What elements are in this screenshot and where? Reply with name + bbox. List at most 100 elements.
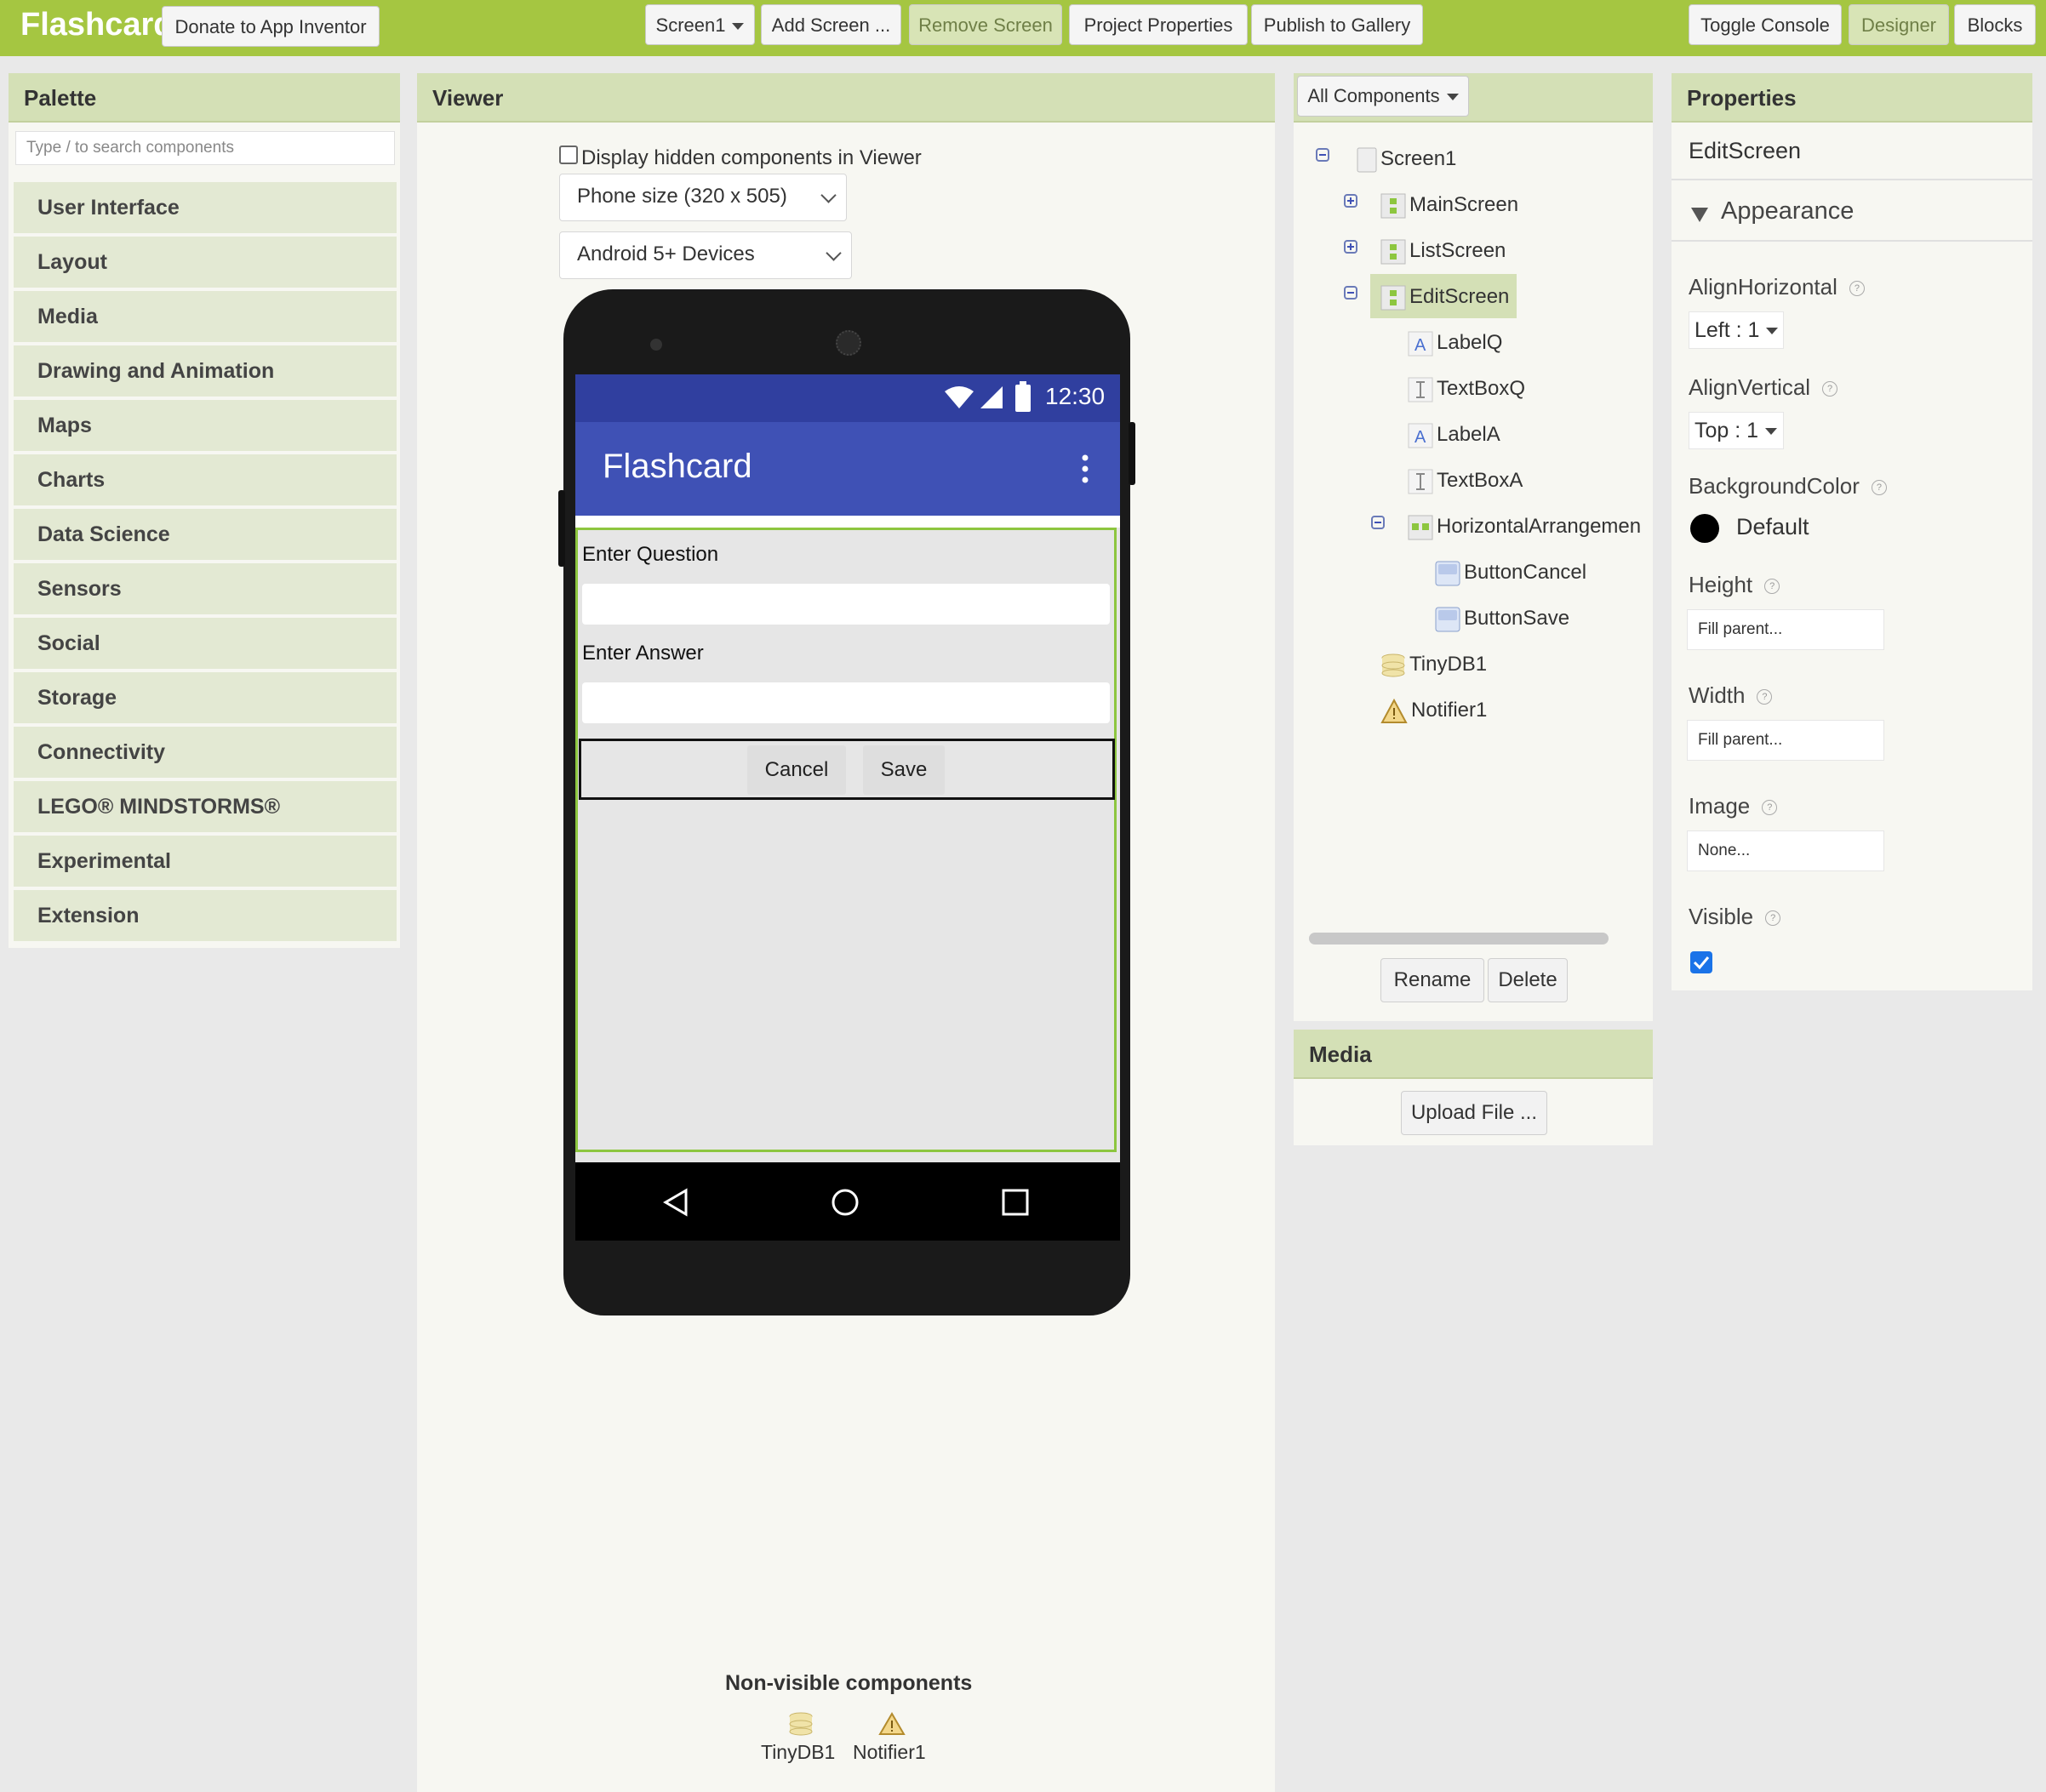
- align-vertical-dropdown[interactable]: Top : 1: [1689, 412, 1784, 449]
- textbox-icon: [1408, 469, 1433, 494]
- tree-label-textboxq: TextBoxQ: [1437, 377, 1526, 400]
- screen-select[interactable]: Screen1: [645, 4, 755, 45]
- components-dropdown[interactable]: All Components: [1297, 76, 1469, 117]
- palette-item-drawing[interactable]: Drawing and Animation: [14, 345, 397, 397]
- toggle-console-button[interactable]: Toggle Console: [1689, 4, 1842, 45]
- donate-button[interactable]: Donate to App Inventor: [162, 6, 380, 47]
- appearance-section[interactable]: Appearance: [1721, 197, 1854, 225]
- tree-item-buttonsave[interactable]: ButtonSave: [1435, 604, 1569, 633]
- project-properties-button[interactable]: Project Properties: [1069, 4, 1248, 45]
- palette-search-input[interactable]: Type / to search components: [15, 131, 395, 165]
- palette-item-extension[interactable]: Extension: [14, 890, 397, 941]
- battery-icon: [1015, 381, 1031, 412]
- collapse-harrangement-icon[interactable]: [1371, 516, 1385, 529]
- tree-item-screen1[interactable]: Screen1: [1357, 145, 1456, 174]
- tinydb-icon: [789, 1712, 813, 1736]
- caret-down-icon: [1765, 428, 1778, 436]
- textbox-answer[interactable]: [582, 682, 1110, 723]
- rename-button[interactable]: Rename: [1380, 958, 1484, 1002]
- svg-text:A: A: [1414, 336, 1426, 355]
- add-screen-button[interactable]: Add Screen ...: [761, 4, 901, 45]
- components-dropdown-label: All Components: [1307, 85, 1440, 106]
- tree-label-textboxa: TextBoxA: [1437, 469, 1523, 492]
- phone-size-select[interactable]: Phone size (320 x 505): [559, 174, 847, 221]
- phone-side-button-left: [558, 490, 565, 567]
- palette-item-connectivity[interactable]: Connectivity: [14, 727, 397, 778]
- help-icon[interactable]: ?: [1762, 800, 1778, 816]
- tree-item-tinydb[interactable]: TinyDB1: [1380, 650, 1487, 679]
- collapse-screen1-icon[interactable]: [1316, 148, 1329, 162]
- delete-button[interactable]: Delete: [1488, 958, 1568, 1002]
- image-label: Image: [1689, 793, 1751, 819]
- phone-save-button[interactable]: Save: [863, 745, 945, 795]
- help-icon[interactable]: ?: [1764, 579, 1780, 595]
- color-swatch[interactable]: [1690, 514, 1719, 543]
- palette-title: Palette: [9, 73, 400, 123]
- image-input[interactable]: None...: [1687, 830, 1884, 871]
- top-bar: Flashcard Donate to App Inventor Screen1…: [0, 0, 2046, 56]
- device-select[interactable]: Android 5+ Devices: [559, 231, 852, 279]
- palette-item-layout[interactable]: Layout: [14, 237, 397, 288]
- palette-item-social[interactable]: Social: [14, 618, 397, 669]
- tree-scrollbar[interactable]: [1309, 933, 1609, 945]
- upload-file-button[interactable]: Upload File ...: [1401, 1091, 1547, 1135]
- palette-item-experimental[interactable]: Experimental: [14, 836, 397, 887]
- tree-item-listscreen[interactable]: ListScreen: [1380, 237, 1506, 265]
- phone-cancel-button[interactable]: Cancel: [747, 745, 846, 795]
- nonvisible-tinydb[interactable]: TinyDB1: [761, 1741, 835, 1764]
- expand-mainscreen-icon[interactable]: [1344, 194, 1357, 208]
- collapse-editscreen-icon[interactable]: [1344, 286, 1357, 300]
- tree-item-harrangement[interactable]: HorizontalArrangemen: [1408, 512, 1641, 541]
- display-hidden-label: Display hidden components in Viewer: [581, 146, 922, 169]
- remove-screen-button[interactable]: Remove Screen: [909, 4, 1062, 45]
- palette-item-sensors[interactable]: Sensors: [14, 563, 397, 614]
- collapse-triangle-icon[interactable]: [1690, 206, 1709, 223]
- overflow-menu-icon[interactable]: [1081, 454, 1089, 483]
- tree-item-notifier[interactable]: Notifier1: [1380, 696, 1487, 725]
- help-icon[interactable]: ?: [1822, 381, 1838, 397]
- designer-button[interactable]: Designer: [1849, 4, 1949, 45]
- tree-item-labela[interactable]: A LabelA: [1408, 420, 1500, 449]
- palette-item-data-science[interactable]: Data Science: [14, 509, 397, 560]
- home-icon[interactable]: [831, 1188, 860, 1217]
- nonvisible-notifier[interactable]: Notifier1: [853, 1741, 926, 1764]
- help-icon[interactable]: ?: [1757, 689, 1773, 705]
- label-answer: Enter Answer: [582, 642, 704, 665]
- palette-item-storage[interactable]: Storage: [14, 672, 397, 723]
- tree-item-textboxa[interactable]: TextBoxA: [1408, 466, 1523, 495]
- height-label: Height: [1689, 572, 1753, 597]
- align-horizontal-dropdown[interactable]: Left : 1: [1689, 311, 1784, 349]
- blocks-button[interactable]: Blocks: [1954, 4, 2036, 45]
- help-icon[interactable]: ?: [1849, 281, 1865, 297]
- palette-item-charts[interactable]: Charts: [14, 454, 397, 505]
- help-icon[interactable]: ?: [1871, 480, 1887, 496]
- back-icon[interactable]: [662, 1188, 689, 1217]
- properties-title: Properties: [1672, 73, 2032, 123]
- caret-down-icon: [1766, 328, 1779, 335]
- tree-item-editscreen[interactable]: EditScreen: [1380, 282, 1509, 311]
- palette-item-maps[interactable]: Maps: [14, 400, 397, 451]
- width-input[interactable]: Fill parent...: [1687, 720, 1884, 761]
- vertical-arrangement-icon: [1380, 239, 1406, 265]
- palette-item-user-interface[interactable]: User Interface: [14, 182, 397, 233]
- visible-checkbox[interactable]: [1690, 951, 1712, 973]
- display-hidden-checkbox[interactable]: [559, 146, 578, 164]
- height-input[interactable]: Fill parent...: [1687, 609, 1884, 650]
- publish-gallery-button[interactable]: Publish to Gallery: [1251, 4, 1423, 45]
- caret-down-icon: [1446, 94, 1459, 101]
- textbox-question[interactable]: [582, 584, 1110, 625]
- tree-item-buttoncancel[interactable]: ButtonCancel: [1435, 558, 1586, 587]
- tree-item-mainscreen[interactable]: MainScreen: [1380, 191, 1518, 220]
- palette-item-lego[interactable]: LEGO® MINDSTORMS®: [14, 781, 397, 832]
- help-icon[interactable]: ?: [1765, 910, 1781, 927]
- recents-icon[interactable]: [1001, 1188, 1030, 1217]
- background-color-value[interactable]: Default: [1736, 514, 1809, 540]
- properties-divider: [1672, 179, 2032, 180]
- tree-item-labelq[interactable]: A LabelQ: [1408, 328, 1502, 357]
- tree-item-textboxq[interactable]: TextBoxQ: [1408, 374, 1525, 403]
- horizontal-arrangement[interactable]: [579, 739, 1115, 800]
- expand-listscreen-icon[interactable]: [1344, 240, 1357, 254]
- label-icon: A: [1408, 331, 1433, 357]
- palette-item-media[interactable]: Media: [14, 291, 397, 342]
- vertical-arrangement-icon: [1380, 193, 1406, 219]
